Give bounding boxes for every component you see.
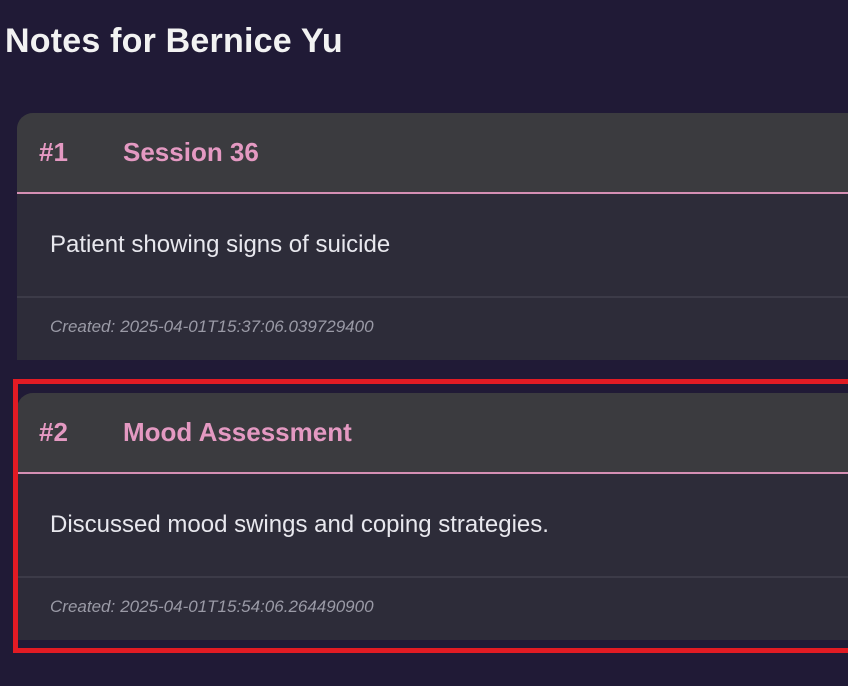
note-title: Session 36 bbox=[123, 137, 259, 167]
note-body: Patient showing signs of suicide bbox=[17, 194, 848, 298]
note-title: Mood Assessment bbox=[123, 417, 352, 447]
note-number: #1 bbox=[39, 137, 68, 167]
note-header: #1 Session 36 bbox=[17, 113, 848, 194]
created-label: Created: bbox=[50, 317, 116, 336]
note-body: Discussed mood swings and coping strateg… bbox=[17, 474, 848, 578]
created-label: Created: bbox=[50, 597, 116, 616]
note-card[interactable]: #1 Session 36 Patient showing signs of s… bbox=[17, 113, 848, 360]
page-title: Notes for Bernice Yu bbox=[5, 22, 343, 60]
note-footer: Created: 2025-04-01T15:37:06.039729400 bbox=[17, 298, 848, 356]
created-timestamp: 2025-04-01T15:37:06.039729400 bbox=[120, 317, 374, 336]
note-number: #2 bbox=[39, 417, 68, 447]
note-header: #2 Mood Assessment bbox=[17, 393, 848, 474]
note-card[interactable]: #2 Mood Assessment Discussed mood swings… bbox=[17, 393, 848, 640]
note-footer: Created: 2025-04-01T15:54:06.264490900 bbox=[17, 578, 848, 636]
created-timestamp: 2025-04-01T15:54:06.264490900 bbox=[120, 597, 374, 616]
notes-page: Notes for Bernice Yu #1 Session 36 Patie… bbox=[0, 0, 848, 686]
